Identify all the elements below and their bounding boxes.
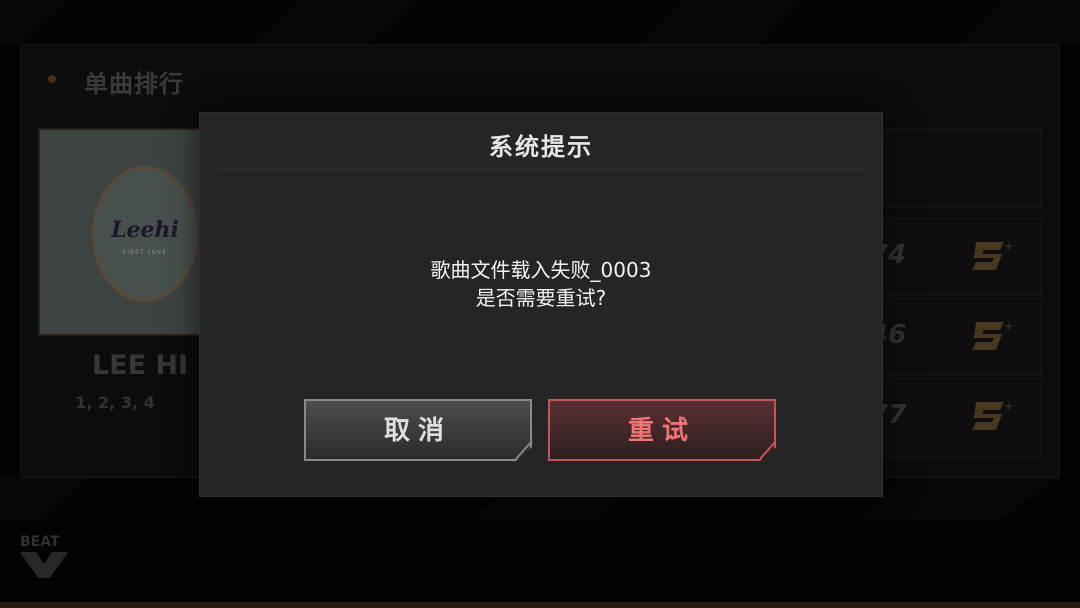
cancel-button[interactable]: 取消 xyxy=(304,399,532,461)
dialog-message-line1: 歌曲文件载入失败_0003 xyxy=(430,258,652,282)
dialog-message: 歌曲文件载入失败_0003 是否需要重试? xyxy=(200,256,882,312)
dialog-divider xyxy=(218,169,864,170)
retry-button[interactable]: 重试 xyxy=(548,399,776,461)
retry-button-corner xyxy=(759,440,777,460)
system-alert-dialog: 系统提示 歌曲文件载入失败_0003 是否需要重试? 取消 重试 xyxy=(199,112,883,497)
dialog-message-line2: 是否需要重试? xyxy=(475,286,607,310)
cancel-button-corner xyxy=(515,440,533,460)
dialog-title: 系统提示 xyxy=(489,133,593,161)
